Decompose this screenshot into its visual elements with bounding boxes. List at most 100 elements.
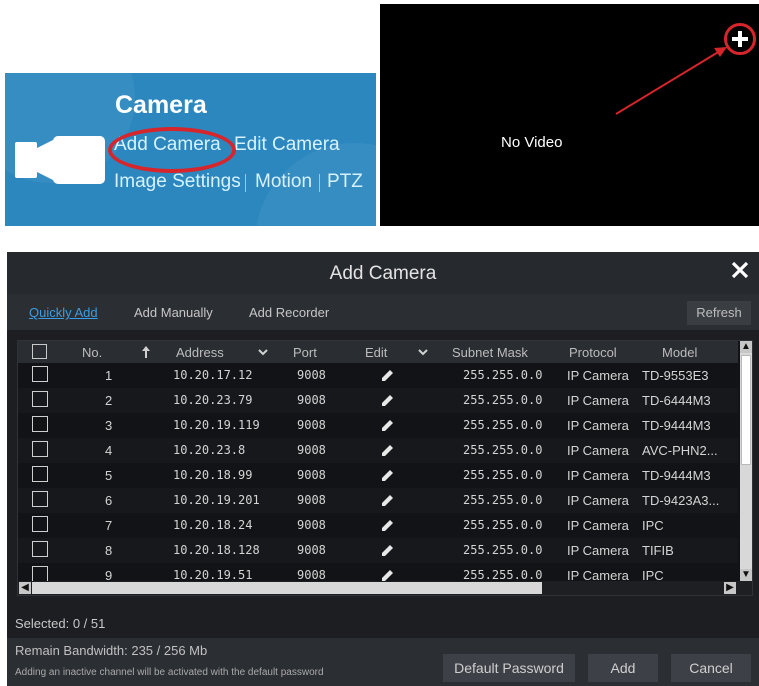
row-port: 9008	[297, 568, 326, 581]
row-checkbox[interactable]	[32, 416, 48, 432]
close-button[interactable]	[731, 260, 749, 284]
row-address: 10.20.18.24	[173, 518, 253, 532]
video-preview-panel: No Video	[380, 4, 759, 226]
row-model: TD-9444M3	[642, 468, 711, 483]
row-number: 9	[105, 568, 113, 581]
column-header-protocol[interactable]: Protocol	[569, 345, 617, 360]
default-password-button[interactable]: Default Password	[443, 654, 575, 682]
video-camera-icon	[15, 136, 105, 184]
add-camera-button[interactable]	[724, 23, 756, 55]
edit-pencil-icon[interactable]	[382, 544, 394, 556]
row-subnet-mask: 255.255.0.0	[463, 443, 543, 457]
edit-camera-link[interactable]: Edit Camera	[234, 134, 340, 156]
scroll-up-icon[interactable]: ▲	[740, 341, 752, 353]
column-header-address[interactable]: Address	[176, 345, 224, 360]
row-checkbox[interactable]	[32, 541, 48, 557]
row-subnet-mask: 255.255.0.0	[463, 543, 543, 557]
row-protocol: IP Camera	[567, 418, 629, 433]
row-port: 9008	[297, 493, 326, 507]
close-icon	[731, 261, 749, 279]
row-protocol: IP Camera	[567, 543, 629, 558]
link-separator	[319, 174, 320, 192]
ptz-link[interactable]: PTZ	[327, 171, 363, 193]
row-checkbox[interactable]	[32, 516, 48, 532]
motion-link[interactable]: Motion	[255, 171, 312, 193]
edit-pencil-icon[interactable]	[382, 469, 394, 481]
row-subnet-mask: 255.255.0.0	[463, 393, 543, 407]
edit-pencil-icon[interactable]	[382, 369, 394, 381]
column-header-port[interactable]: Port	[293, 345, 317, 360]
row-model: TD-9423A3...	[642, 493, 720, 508]
table-row[interactable]: 2 10.20.23.79 9008 255.255.0.0 IP Camera TD-6…	[18, 388, 738, 413]
edit-pencil-icon[interactable]	[382, 519, 394, 531]
row-number: 8	[105, 543, 113, 558]
scroll-down-icon[interactable]: ▼	[740, 569, 752, 581]
edit-pencil-icon[interactable]	[382, 494, 394, 506]
highlight-oval	[108, 127, 236, 173]
table-row[interactable]: 6 10.20.19.201 9008 255.255.0.0 IP Camera TD-…	[18, 488, 738, 513]
edit-pencil-icon[interactable]	[382, 419, 394, 431]
row-port: 9008	[297, 393, 326, 407]
dialog-footer: Remain Bandwidth: 235 / 256 Mb Adding an…	[7, 638, 759, 686]
row-protocol: IP Camera	[567, 393, 629, 408]
chevron-down-icon[interactable]	[418, 349, 428, 356]
image-settings-link[interactable]: Image Settings	[114, 171, 241, 193]
scroll-right-icon[interactable]: ▶	[724, 582, 736, 594]
chevron-down-icon[interactable]	[258, 349, 268, 356]
edit-pencil-icon[interactable]	[382, 394, 394, 406]
table-row[interactable]: 4 10.20.23.8 9008 255.255.0.0 IP Camera AVC-P…	[18, 438, 738, 463]
row-port: 9008	[297, 468, 326, 482]
column-header-subnet-mask[interactable]: Subnet Mask	[452, 345, 528, 360]
row-checkbox[interactable]	[32, 466, 48, 482]
select-all-checkbox[interactable]	[32, 344, 47, 359]
row-checkbox[interactable]	[32, 366, 48, 382]
add-camera-dialog: Add Camera Quickly Add Add Manually Add …	[7, 252, 759, 686]
selected-count: Selected: 0 / 51	[15, 616, 106, 631]
table-row[interactable]: 8 10.20.18.128 9008 255.255.0.0 IP Camera TIF…	[18, 538, 738, 563]
row-address: 10.20.19.51	[173, 568, 253, 581]
row-address: 10.20.23.8	[173, 443, 246, 457]
dialog-title-bar: Add Camera	[7, 252, 759, 294]
table-row[interactable]: 9 10.20.19.51 9008 255.255.0.0 IP Camera IPC	[18, 563, 738, 581]
column-header-model[interactable]: Model	[662, 345, 697, 360]
camera-menu-panel: Camera Add Camera Edit Camera Image Sett…	[5, 73, 376, 226]
row-subnet-mask: 255.255.0.0	[463, 418, 543, 432]
scrollbar-thumb[interactable]	[32, 582, 542, 594]
scroll-left-icon[interactable]: ◀	[19, 582, 31, 594]
tab-add-manually[interactable]: Add Manually	[134, 305, 213, 320]
edit-pencil-icon[interactable]	[382, 569, 394, 581]
row-checkbox[interactable]	[32, 491, 48, 507]
remain-bandwidth: Remain Bandwidth: 235 / 256 Mb	[15, 643, 208, 658]
scrollbar-thumb[interactable]	[741, 355, 751, 465]
column-header-no[interactable]: No.	[82, 345, 102, 360]
camera-table: No. Address Port Edit Subnet Mask Protoc…	[17, 340, 753, 596]
column-header-edit[interactable]: Edit	[365, 345, 387, 360]
tab-quickly-add[interactable]: Quickly Add	[29, 305, 98, 320]
tab-add-recorder[interactable]: Add Recorder	[249, 305, 329, 320]
row-address: 10.20.18.99	[173, 468, 253, 482]
row-model: TD-6444M3	[642, 393, 711, 408]
cancel-button[interactable]: Cancel	[671, 654, 751, 682]
row-port: 9008	[297, 518, 326, 532]
vertical-scrollbar[interactable]: ▲ ▼	[740, 341, 752, 581]
row-subnet-mask: 255.255.0.0	[463, 518, 543, 532]
row-model: TD-9553E3	[642, 368, 709, 383]
row-checkbox[interactable]	[32, 441, 48, 457]
row-address: 10.20.17.12	[173, 368, 253, 382]
link-separator	[245, 174, 246, 192]
table-row[interactable]: 3 10.20.19.119 9008 255.255.0.0 IP Camera TD-…	[18, 413, 738, 438]
horizontal-scrollbar[interactable]: ◀ ▶	[18, 581, 752, 595]
row-checkbox[interactable]	[32, 566, 48, 581]
tab-bar: Quickly Add Add Manually Add Recorder Re…	[7, 294, 759, 330]
no-video-label: No Video	[501, 134, 563, 151]
row-checkbox[interactable]	[32, 391, 48, 407]
row-protocol: IP Camera	[567, 468, 629, 483]
table-row[interactable]: 5 10.20.18.99 9008 255.255.0.0 IP Camera TD-9…	[18, 463, 738, 488]
row-number: 4	[105, 443, 113, 458]
row-address: 10.20.19.201	[173, 493, 260, 507]
edit-pencil-icon[interactable]	[382, 444, 394, 456]
table-row[interactable]: 1 10.20.17.12 9008 255.255.0.0 IP Camera TD-9…	[18, 363, 738, 388]
add-button[interactable]: Add	[588, 654, 658, 682]
table-row[interactable]: 7 10.20.18.24 9008 255.255.0.0 IP Camera IPC	[18, 513, 738, 538]
refresh-button[interactable]: Refresh	[687, 301, 751, 325]
